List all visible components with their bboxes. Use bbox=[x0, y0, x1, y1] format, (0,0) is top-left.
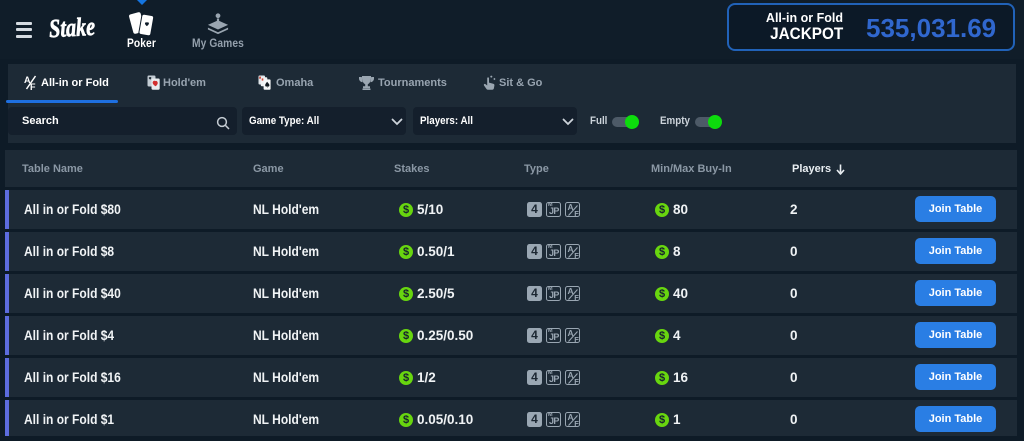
svg-text:Stake: Stake bbox=[48, 12, 95, 43]
